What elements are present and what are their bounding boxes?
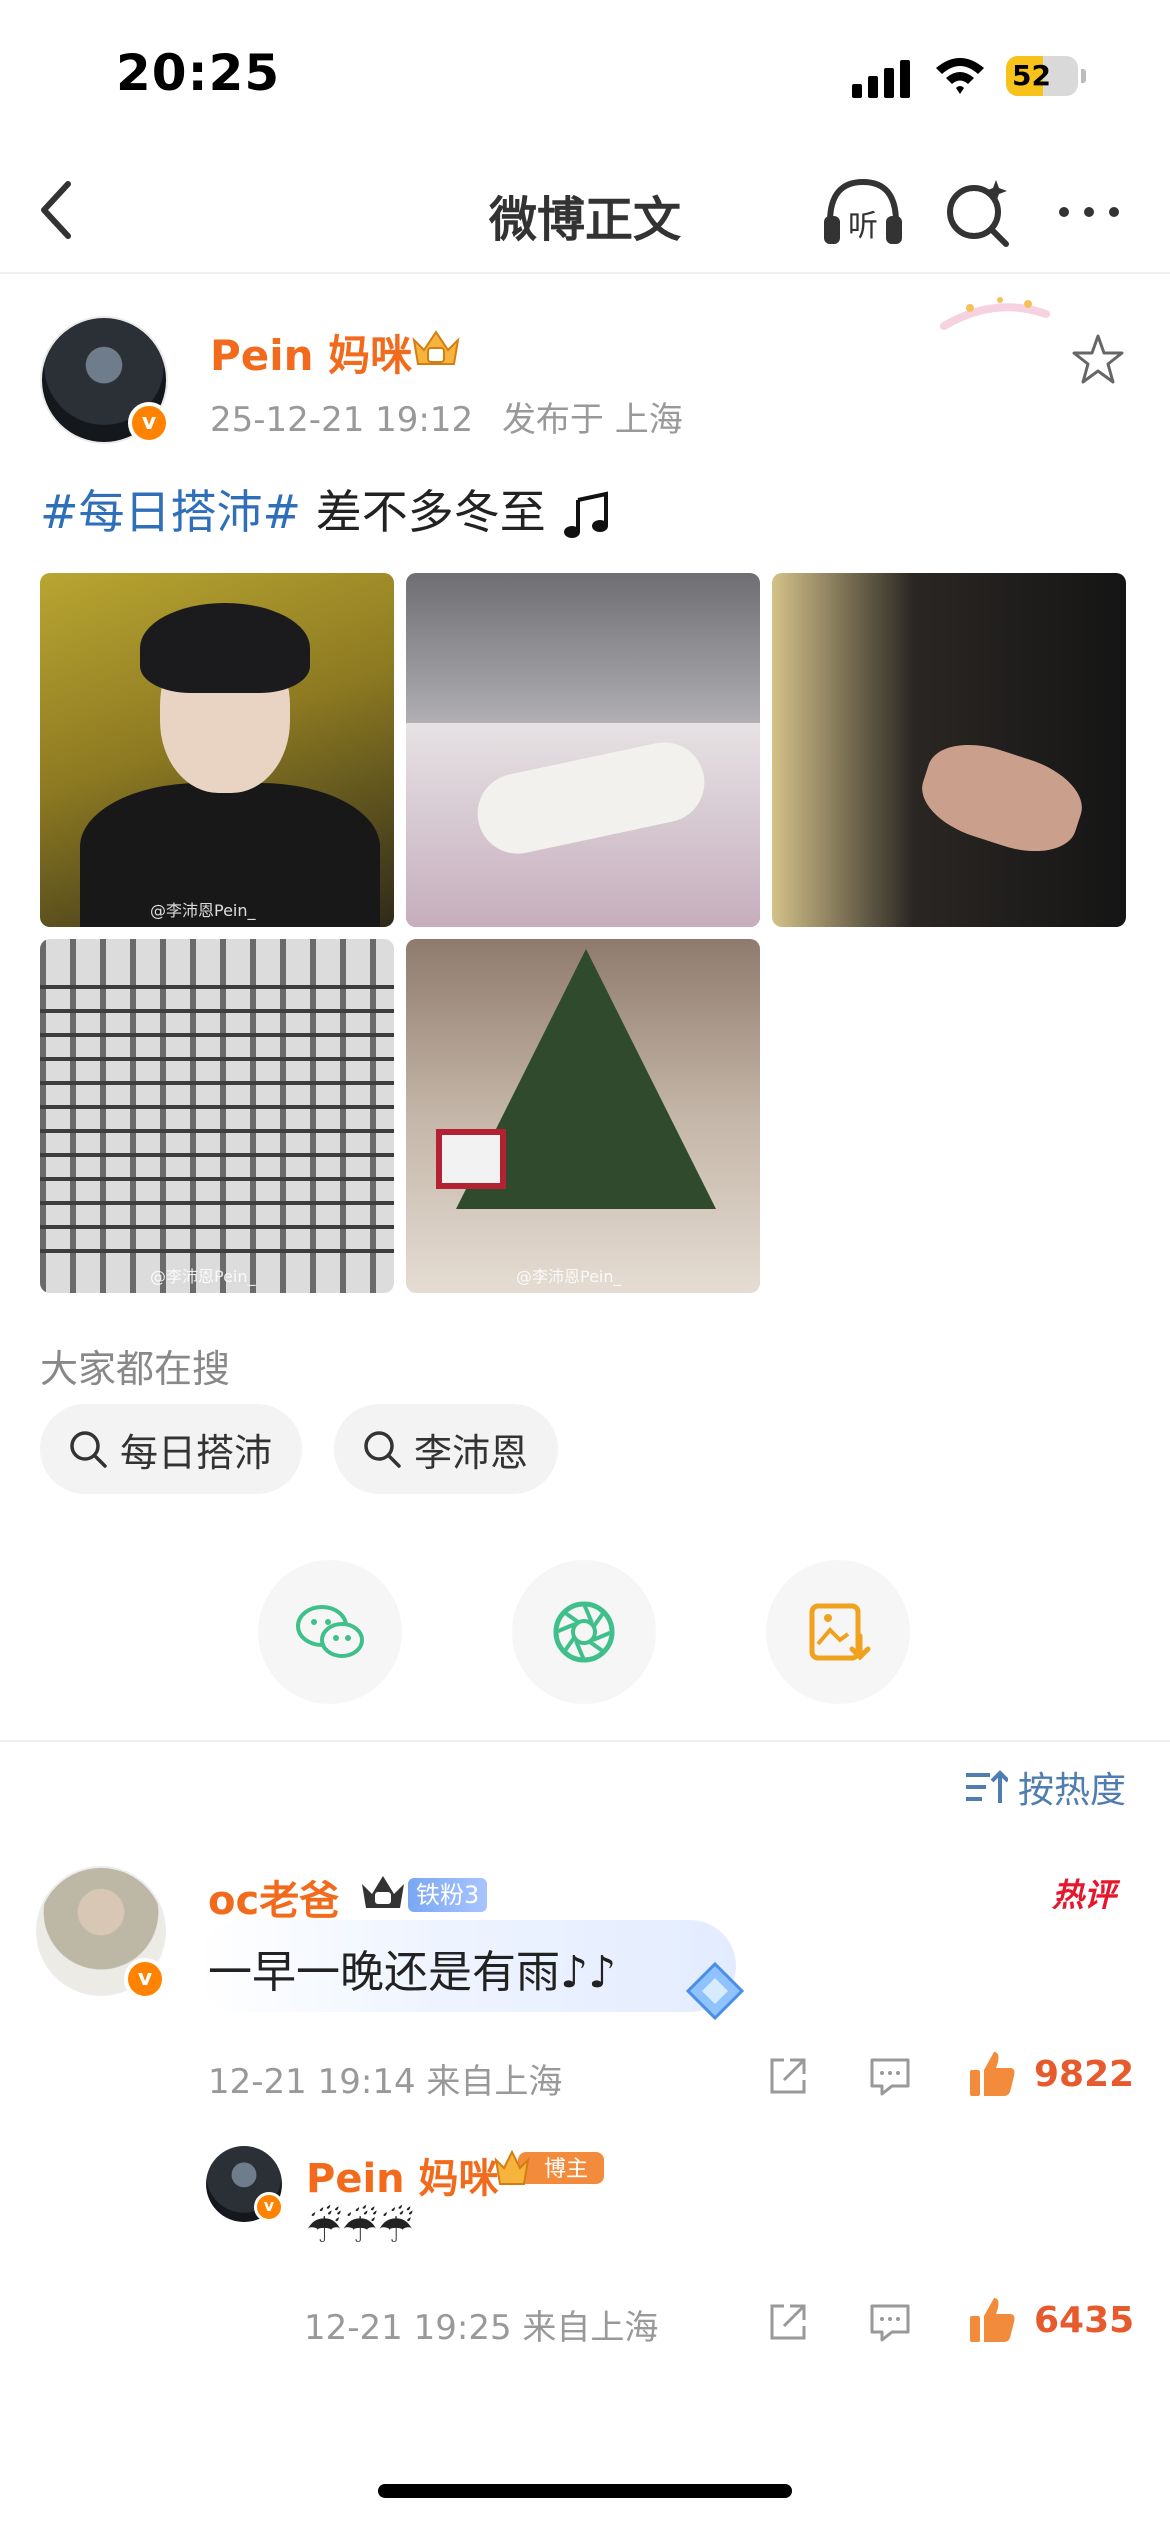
reply-time: 12-21 19:25: [304, 2308, 512, 2348]
save-image-button[interactable]: [766, 1560, 910, 1704]
battery-icon: 52: [1006, 56, 1086, 96]
search-chip[interactable]: 李沛恩: [334, 1404, 559, 1494]
reply-text: ☔☔☔: [306, 2206, 414, 2252]
crown-badge-icon: [412, 330, 460, 365]
post-image-4[interactable]: @李沛恩Pein_: [40, 939, 394, 1293]
share-comment-icon[interactable]: [766, 2054, 810, 2098]
blogger-badge: 博主: [494, 2149, 604, 2185]
search-chip-label: 每日搭沛: [120, 1430, 273, 1475]
post-image-5[interactable]: @李沛恩Pein_: [406, 939, 760, 1293]
wechat-icon: [296, 1605, 364, 1658]
status-bar: 20:25 52: [0, 0, 1170, 150]
favorite-star-icon[interactable]: [1068, 330, 1128, 390]
post-image-3[interactable]: [772, 573, 1126, 927]
nav-bar: 微博正文 听: [0, 150, 1170, 274]
trending-search-label: 大家都在搜: [40, 1347, 231, 1391]
listen-label: 听: [848, 209, 878, 244]
comment-like-button[interactable]: 9822: [966, 2048, 1134, 2100]
image-watermark: @李沛恩Pein_: [516, 1267, 622, 1286]
comment-text: 一早一晚还是有雨♪♪: [208, 1947, 617, 1998]
sort-icon: [966, 1770, 1008, 1803]
verified-v-icon: v: [124, 1958, 166, 2000]
post-meta: 25-12-21 19:12 发布于 上海: [210, 392, 701, 441]
comment-meta: 12-21 19:14 来自上海: [208, 2054, 562, 2103]
post-image-1[interactable]: @李沛恩Pein_: [40, 573, 394, 927]
reply-like-button[interactable]: 6435: [966, 2294, 1134, 2346]
reply-like-count: 6435: [1034, 2299, 1135, 2341]
decoration-sparkle-icon: [940, 297, 1050, 330]
search-chip[interactable]: 每日搭沛: [40, 1404, 303, 1494]
image-watermark: @李沛恩Pein_: [150, 1267, 256, 1286]
cellular-signal-icon: [852, 58, 912, 98]
moments-aperture-icon: [553, 1601, 615, 1663]
reply-comment-icon[interactable]: [868, 2054, 912, 2098]
status-time: 20:25: [116, 44, 281, 102]
diamond-icon: [685, 1961, 745, 2021]
thumbs-up-icon: [970, 2298, 1015, 2342]
post-time: 25-12-21 19:12: [210, 400, 474, 440]
comment-like-count: 9822: [1034, 2053, 1135, 2095]
music-note-icon: [564, 491, 609, 538]
search-icon: [364, 1431, 401, 1468]
listen-headphones-icon[interactable]: 听: [820, 172, 906, 252]
comment-time: 12-21 19:14: [208, 2062, 416, 2102]
fan-level-badge: 铁粉3: [408, 1878, 488, 1912]
battery-level: 52: [1012, 59, 1051, 92]
post-hashtag[interactable]: #每日搭沛#: [40, 485, 301, 539]
reply-meta: 12-21 19:25 来自上海: [304, 2300, 658, 2349]
reply-location: 来自上海: [522, 2308, 659, 2348]
verified-v-icon: v: [128, 402, 170, 444]
search-chip-label: 李沛恩: [414, 1430, 529, 1475]
image-watermark: @李沛恩Pein_: [150, 901, 256, 920]
section-divider: [0, 1740, 1170, 1742]
crown-badge-icon: [362, 1876, 404, 1908]
hot-comment-badge: 热评: [1052, 1876, 1117, 1914]
wifi-icon: [936, 58, 984, 94]
comment-location: 来自上海: [426, 2062, 563, 2102]
reply-author-name[interactable]: Pein 妈咪: [306, 2146, 499, 2204]
sort-by-hot-button[interactable]: 按热度: [964, 1762, 1126, 1812]
post-text: #每日搭沛# 差不多冬至: [40, 476, 616, 544]
share-wechat-button[interactable]: [258, 1560, 402, 1704]
commenter-name[interactable]: oc老爸: [208, 1868, 339, 1926]
more-icon[interactable]: [1054, 172, 1124, 252]
post-image-2[interactable]: [406, 573, 760, 927]
share-moments-button[interactable]: [512, 1560, 656, 1704]
search-icon[interactable]: [940, 172, 1016, 252]
blogger-badge-label: 博主: [544, 2157, 588, 2182]
sort-label: 按热度: [1018, 1770, 1127, 1811]
post-body: 差不多冬至: [301, 485, 546, 539]
search-icon: [70, 1431, 107, 1468]
reply-reply-icon[interactable]: [868, 2300, 912, 2344]
save-image-icon: [809, 1603, 871, 1661]
thumbs-up-icon: [970, 2052, 1015, 2096]
post-author-name[interactable]: Pein 妈咪: [210, 322, 412, 383]
home-indicator[interactable]: [378, 2484, 792, 2498]
post-location: 发布于 上海: [501, 400, 683, 440]
verified-v-icon: v: [254, 2192, 284, 2222]
share-reply-icon[interactable]: [766, 2300, 810, 2344]
